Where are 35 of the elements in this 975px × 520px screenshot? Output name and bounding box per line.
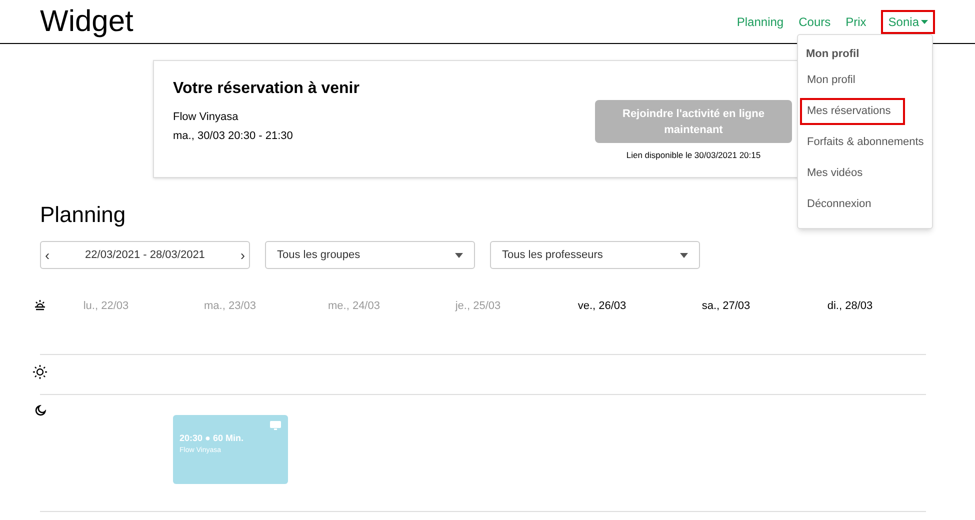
event-time: 20:30 ● 60 Min. [180, 432, 244, 445]
caret-icon [680, 252, 688, 258]
previous-week-button[interactable]: ‹ [45, 248, 50, 262]
day-header: je., 25/03 [455, 299, 501, 314]
sunrise-icon [34, 299, 46, 311]
nav-link[interactable]: Planning [736, 12, 784, 30]
menu-item[interactable]: Mes vidéos [800, 160, 870, 187]
next-week-button[interactable]: › [240, 248, 245, 262]
nav-link[interactable]: Cours [798, 12, 831, 30]
link-availability-note: Lien disponible le 30/03/2021 20:15 [626, 149, 761, 162]
menu-item[interactable]: Mes réservations [800, 98, 905, 125]
caret-icon [921, 20, 928, 24]
brand-title: Widget [40, 6, 134, 36]
day-header: ma., 23/03 [204, 299, 256, 314]
day-header: sa., 27/03 [702, 299, 750, 314]
groups-dropdown[interactable]: Tous les groupes [265, 241, 475, 269]
week-range: 22/03/2021 - 28/03/2021 [85, 248, 205, 263]
day-header: lu., 22/03 [83, 299, 129, 314]
moon-icon [34, 405, 46, 416]
sun-icon [33, 365, 47, 379]
planning-title: Planning [40, 204, 126, 226]
menu-header: Mon profil [805, 46, 860, 62]
booking-time: ma., 30/03 20:30 - 21:30 [173, 128, 294, 144]
teachers-dropdown[interactable]: Tous les professeurs [490, 241, 700, 269]
booking-class: Flow Vinyasa [173, 110, 240, 125]
menu-item[interactable]: Déconnexion [800, 191, 878, 218]
menu-item[interactable]: Mon profil [800, 67, 862, 94]
day-header: me., 24/03 [328, 299, 380, 314]
nav-link[interactable]: Prix [846, 12, 866, 30]
menu-item[interactable]: Forfaits & abonnements [800, 129, 931, 156]
day-header: di., 28/03 [827, 299, 873, 314]
caret-icon [455, 252, 463, 258]
booking-title: Votre réservation à venir [173, 79, 360, 99]
day-header: ve., 26/03 [578, 299, 626, 314]
user-menu-button[interactable]: Sonia [881, 10, 935, 34]
